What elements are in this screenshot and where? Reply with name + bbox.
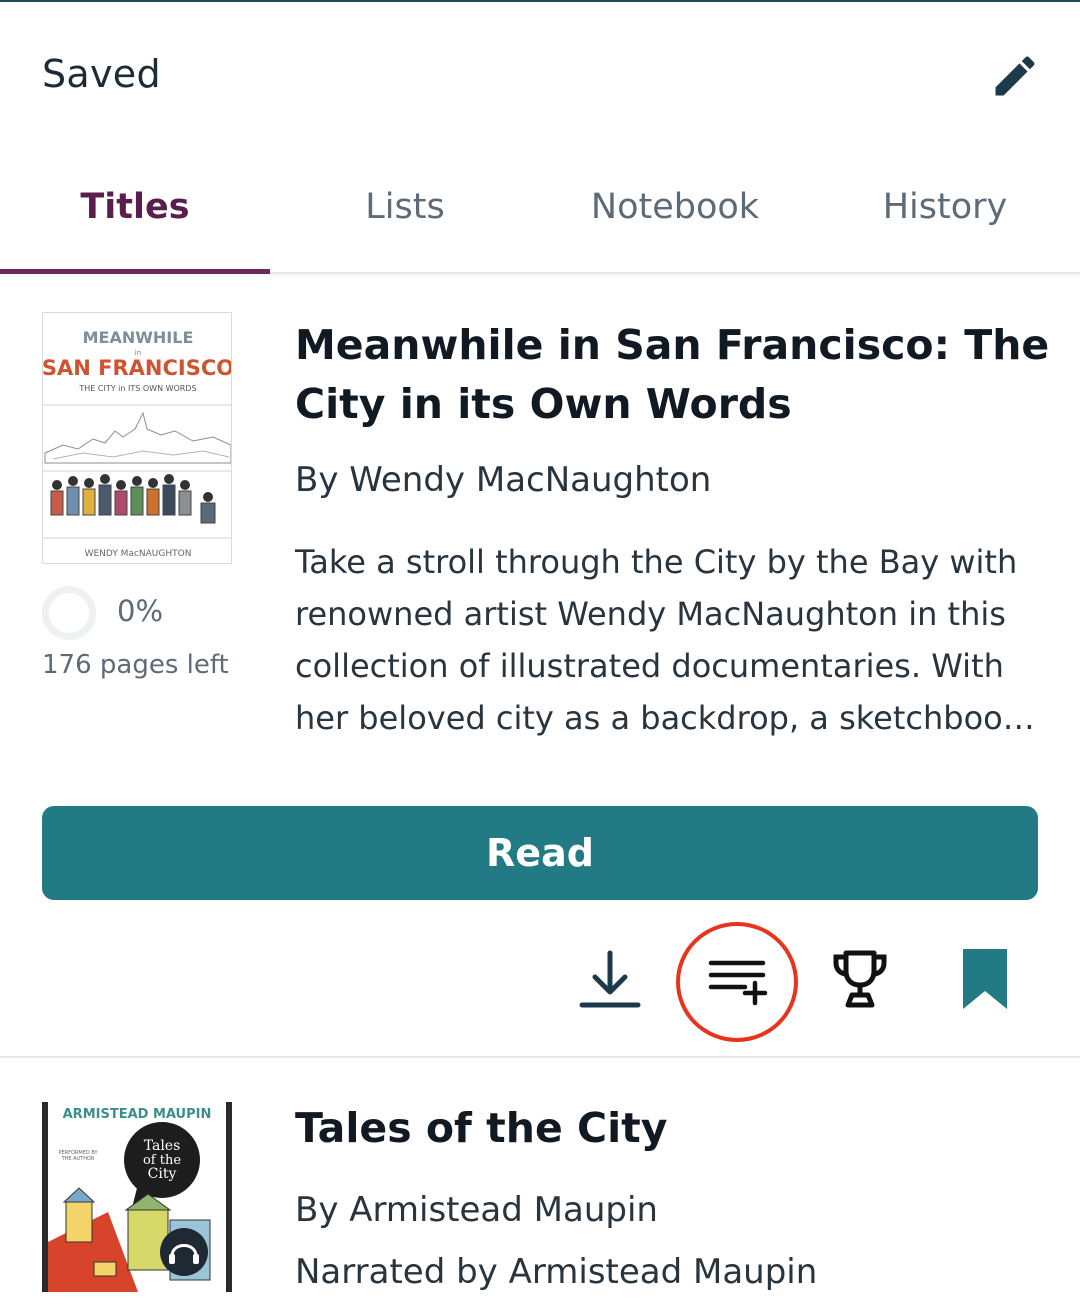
trophy-icon — [833, 950, 887, 1008]
book-author: By Wendy MacNaughton — [295, 460, 712, 500]
pages-left: 176 pages left — [42, 650, 229, 680]
book-title[interactable]: Tales of the City — [295, 1104, 668, 1152]
cover-text-author: ARMISTEAD MAUPIN — [63, 1107, 212, 1122]
book-card: MEANWHILE in SAN FRANCISCO THE CITY in I… — [0, 276, 1080, 1058]
cover-illustration: MEANWHILE in SAN FRANCISCO THE CITY in I… — [43, 313, 232, 563]
book-cover[interactable]: ARMISTEAD MAUPIN Tales of the City PERFO… — [42, 1102, 232, 1292]
cover-text-4: THE CITY in ITS OWN WORDS — [78, 384, 196, 393]
bookmark-icon — [963, 949, 1007, 1009]
edit-button[interactable] — [982, 46, 1048, 106]
trophy-button[interactable] — [815, 934, 905, 1024]
cover-text-3: SAN FRANCISCO — [43, 356, 232, 380]
book-author: By Armistead Maupin — [295, 1190, 658, 1230]
cover-illustration: ARMISTEAD MAUPIN Tales of the City PERFO… — [48, 1102, 226, 1292]
cover-bubble-1: Tales — [144, 1138, 181, 1154]
book-narrator: Narrated by Armistead Maupin — [295, 1252, 818, 1292]
page-title: Saved — [42, 52, 161, 96]
add-to-list-button[interactable] — [692, 934, 782, 1024]
cover-text-5: WENDY MacNAUGHTON — [85, 549, 192, 559]
progress-ring — [42, 586, 96, 640]
tab-bar: Titles Lists Notebook History — [0, 142, 1080, 274]
audiobook-badge — [160, 1228, 208, 1276]
book-card: ARMISTEAD MAUPIN Tales of the City PERFO… — [0, 1060, 1080, 1310]
book-title[interactable]: Meanwhile in San Francisco: The City in … — [295, 316, 1055, 434]
cover-bubble-3: City — [148, 1166, 177, 1182]
add-to-list-icon — [708, 960, 768, 1006]
download-icon — [579, 950, 641, 1008]
cover-small-2: THE AUTHOR — [61, 1156, 95, 1162]
reading-progress: 0% — [42, 586, 242, 642]
tab-notebook[interactable]: Notebook — [540, 142, 810, 272]
tab-lists[interactable]: Lists — [270, 142, 540, 272]
progress-percent: 0% — [117, 594, 164, 628]
book-cover[interactable]: MEANWHILE in SAN FRANCISCO THE CITY in I… — [42, 312, 232, 564]
app-header: Saved — [0, 2, 1080, 142]
read-button[interactable]: Read — [42, 806, 1038, 900]
download-button[interactable] — [565, 934, 655, 1024]
pencil-icon — [995, 56, 1035, 96]
bookmark-button[interactable] — [940, 934, 1030, 1024]
tab-titles[interactable]: Titles — [0, 142, 270, 274]
book-description: Take a stroll through the City by the Ba… — [295, 543, 1035, 737]
cover-text-1: MEANWHILE — [83, 328, 194, 347]
action-row — [0, 916, 1080, 1042]
tab-history[interactable]: History — [810, 142, 1080, 272]
